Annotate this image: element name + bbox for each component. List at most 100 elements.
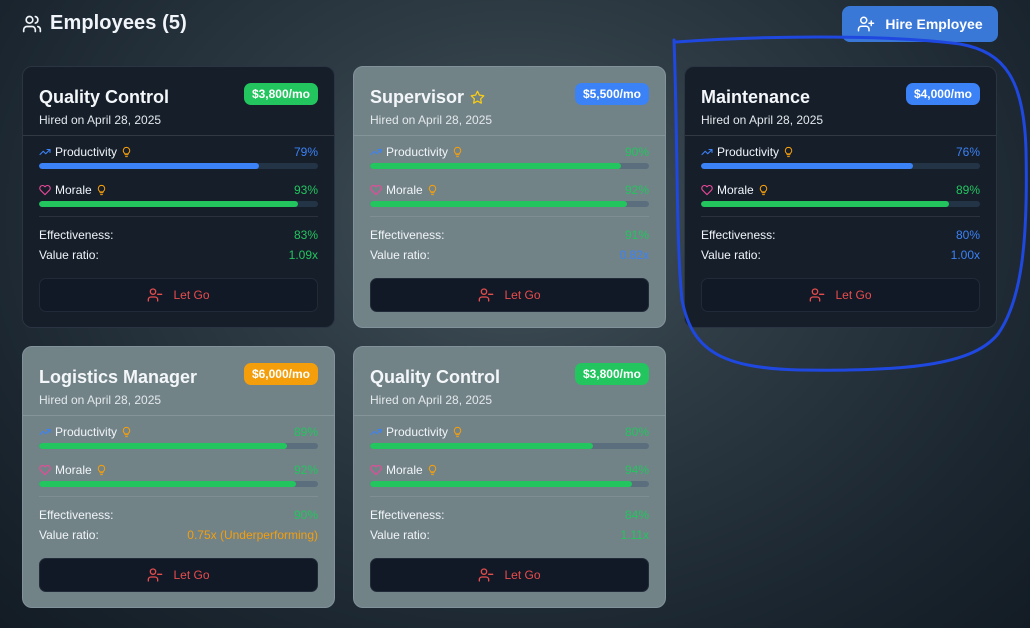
hired-date: Hired on April 28, 2025 bbox=[39, 393, 162, 407]
lightbulb-icon[interactable] bbox=[96, 184, 107, 196]
let-go-button[interactable]: Let Go bbox=[370, 558, 649, 592]
lightbulb-icon[interactable] bbox=[121, 146, 132, 158]
lightbulb-icon[interactable] bbox=[758, 184, 769, 196]
let-go-button[interactable]: Let Go bbox=[701, 278, 980, 312]
productivity-label: Productivity bbox=[55, 145, 118, 159]
value-ratio-row: Value ratio: 0.82x bbox=[370, 245, 649, 265]
morale-bar bbox=[701, 201, 980, 207]
effectiveness-row: Effectiveness: 84% bbox=[370, 505, 649, 525]
value-ratio-label: Value ratio: bbox=[39, 528, 99, 542]
hire-employee-label: Hire Employee bbox=[885, 16, 983, 32]
effectiveness-row: Effectiveness: 80% bbox=[701, 225, 980, 245]
let-go-label: Let Go bbox=[504, 568, 541, 582]
lightbulb-icon[interactable] bbox=[121, 426, 132, 438]
morale-metric: Morale 93% bbox=[39, 174, 318, 212]
lightbulb-icon[interactable] bbox=[783, 146, 794, 158]
morale-value: 92% bbox=[293, 463, 318, 477]
effectiveness-label: Effectiveness: bbox=[39, 228, 114, 242]
lightbulb-icon[interactable] bbox=[452, 146, 463, 158]
morale-metric: Morale 94% bbox=[370, 454, 649, 492]
user-minus-icon bbox=[147, 567, 163, 583]
heart-icon bbox=[370, 184, 382, 196]
morale-label: Morale bbox=[55, 463, 92, 477]
value-ratio-value: 1.09x bbox=[288, 248, 318, 262]
value-ratio-value: 0.82x bbox=[619, 248, 649, 262]
page-header: Employees (5) bbox=[22, 12, 187, 35]
employee-title-row: Supervisor bbox=[370, 87, 485, 108]
morale-value: 89% bbox=[955, 183, 980, 197]
employee-title-row: Quality Control bbox=[370, 367, 500, 388]
productivity-value: 80% bbox=[624, 425, 649, 439]
employee-title-row: Quality Control bbox=[39, 87, 169, 108]
productivity-label: Productivity bbox=[386, 145, 449, 159]
productivity-value: 76% bbox=[955, 145, 980, 159]
employee-card: Quality Control Hired on April 28, 2025 … bbox=[353, 346, 666, 608]
morale-bar bbox=[39, 481, 318, 487]
effectiveness-row: Effectiveness: 91% bbox=[370, 225, 649, 245]
lightbulb-icon[interactable] bbox=[452, 426, 463, 438]
productivity-bar bbox=[370, 443, 649, 449]
morale-bar-fill bbox=[370, 481, 633, 487]
productivity-bar-fill bbox=[370, 443, 594, 449]
employee-title: Maintenance bbox=[701, 87, 811, 107]
lightbulb-icon[interactable] bbox=[427, 464, 438, 476]
effectiveness-label: Effectiveness: bbox=[701, 228, 776, 242]
let-go-label: Let Go bbox=[835, 288, 872, 302]
effectiveness-row: Effectiveness: 90% bbox=[39, 505, 318, 525]
productivity-label: Productivity bbox=[55, 425, 118, 439]
let-go-label: Let Go bbox=[173, 288, 210, 302]
employee-card: Quality Control Hired on April 28, 2025 … bbox=[22, 66, 335, 328]
value-ratio-value: 0.75x (Underperforming) bbox=[187, 528, 318, 542]
heart-icon bbox=[701, 184, 713, 196]
morale-label: Morale bbox=[386, 183, 423, 197]
morale-label: Morale bbox=[55, 183, 92, 197]
hire-employee-button[interactable]: Hire Employee bbox=[842, 6, 998, 42]
salary-badge: $4,000/mo bbox=[905, 83, 980, 105]
employee-card: Maintenance Hired on April 28, 2025 $4,0… bbox=[684, 66, 997, 328]
morale-bar bbox=[39, 201, 318, 207]
productivity-bar-fill bbox=[39, 163, 260, 169]
salary-badge: $3,800/mo bbox=[243, 83, 318, 105]
let-go-button[interactable]: Let Go bbox=[39, 558, 318, 592]
effectiveness-value: 90% bbox=[293, 508, 318, 522]
productivity-label: Productivity bbox=[717, 145, 780, 159]
morale-label: Morale bbox=[386, 463, 423, 477]
heart-icon bbox=[39, 464, 51, 476]
value-ratio-label: Value ratio: bbox=[370, 248, 430, 262]
lightbulb-icon[interactable] bbox=[427, 184, 438, 196]
trending-up-icon bbox=[39, 146, 51, 158]
value-ratio-row: Value ratio: 1.00x bbox=[701, 245, 980, 265]
productivity-bar bbox=[370, 163, 649, 169]
employee-title: Quality Control bbox=[39, 87, 169, 107]
user-minus-icon bbox=[147, 287, 163, 303]
hired-date: Hired on April 28, 2025 bbox=[370, 393, 493, 407]
lightbulb-icon[interactable] bbox=[96, 464, 107, 476]
hired-date: Hired on April 28, 2025 bbox=[370, 113, 493, 127]
productivity-bar bbox=[39, 443, 318, 449]
user-plus-icon bbox=[857, 15, 875, 33]
trending-up-icon bbox=[370, 426, 382, 438]
user-minus-icon bbox=[478, 567, 494, 583]
user-minus-icon bbox=[809, 287, 825, 303]
productivity-metric: Productivity 80% bbox=[370, 416, 649, 454]
let-go-button[interactable]: Let Go bbox=[39, 278, 318, 312]
employee-title-row: Maintenance bbox=[701, 87, 810, 108]
hired-date: Hired on April 28, 2025 bbox=[701, 113, 824, 127]
productivity-metric: Productivity 79% bbox=[39, 136, 318, 174]
morale-bar-fill bbox=[39, 481, 296, 487]
hired-date: Hired on April 28, 2025 bbox=[39, 113, 162, 127]
salary-badge: $5,500/mo bbox=[574, 83, 649, 105]
morale-metric: Morale 92% bbox=[39, 454, 318, 492]
let-go-button[interactable]: Let Go bbox=[370, 278, 649, 312]
value-ratio-label: Value ratio: bbox=[701, 248, 761, 262]
page-title: Employees (5) bbox=[50, 12, 187, 34]
productivity-bar bbox=[39, 163, 318, 169]
employee-title: Logistics Manager bbox=[39, 367, 198, 387]
morale-bar bbox=[370, 481, 649, 487]
heart-icon bbox=[370, 464, 382, 476]
productivity-bar-fill bbox=[701, 163, 914, 169]
effectiveness-value: 83% bbox=[293, 228, 318, 242]
heart-icon bbox=[39, 184, 51, 196]
productivity-bar-fill bbox=[39, 443, 288, 449]
effectiveness-label: Effectiveness: bbox=[370, 508, 445, 522]
